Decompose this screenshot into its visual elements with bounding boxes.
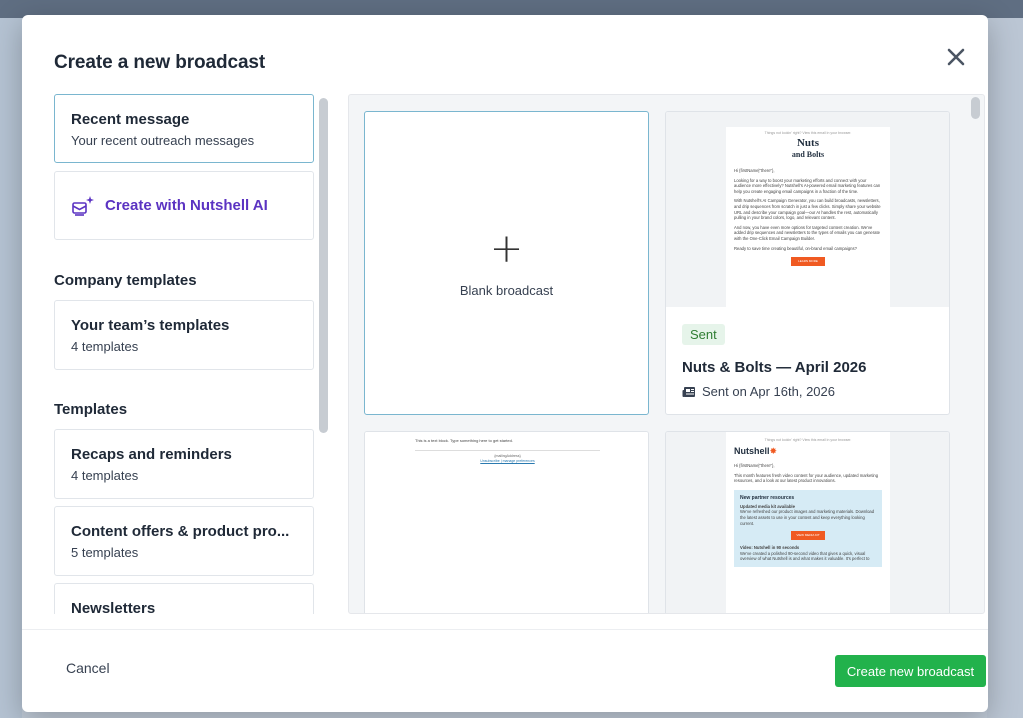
email-preview-body: Things not lookin' right? View this emai…: [726, 432, 890, 613]
card-title: Content offers & product pro...: [71, 523, 290, 540]
broadcast-sent-date: Sent on Apr 16th, 2026: [682, 384, 866, 399]
templates-heading: Templates: [54, 401, 128, 418]
preview-top-text: Things not lookin' right? View this emai…: [764, 438, 852, 442]
preview-paragraph: This month features fresh video content …: [734, 472, 879, 484]
broadcast-title: Nuts & Bolts — April 2026: [682, 359, 867, 376]
close-icon: [947, 48, 965, 66]
grid-scrollbar-thumb[interactable]: [971, 97, 980, 119]
left-scrollbar-thumb[interactable]: [319, 98, 328, 433]
card-subtitle: Your recent outreach messages: [71, 133, 255, 148]
preview-paragraph: And now, you have even more options for …: [734, 224, 880, 241]
cancel-button[interactable]: Cancel: [66, 660, 110, 676]
broadcast-grid: + Blank broadcast Things not lookin' rig…: [348, 94, 985, 614]
template-source-list: Recent message Your recent outreach mess…: [54, 94, 332, 614]
logo-mark-icon: ✸: [769, 446, 778, 456]
card-subtitle: 5 templates: [71, 545, 139, 560]
logo-text: Nutshell: [734, 446, 770, 456]
preview-paragraph: Looking for a way to boost your marketin…: [734, 177, 881, 194]
create-broadcast-modal: Create a new broadcast Recent message Yo…: [22, 15, 988, 712]
create-with-ai-card[interactable]: Create with Nutshell AI: [54, 171, 314, 240]
company-templates-heading: Company templates: [54, 272, 197, 289]
broadcast-tile-text-block[interactable]: This is a text block. Type something her…: [364, 431, 649, 613]
template-category-card[interactable]: Content offers & product pro... 5 templa…: [54, 506, 314, 576]
blank-broadcast-label: Blank broadcast: [459, 282, 554, 298]
template-category-card[interactable]: Recaps and reminders 4 templates: [54, 429, 314, 499]
preview-divider: [415, 449, 600, 451]
logo-line-1: Nuts: [796, 137, 819, 149]
preview-paragraph: We've created a polished 90-second video…: [740, 550, 870, 562]
preview-media-kit-button: VIEW MEDIA KIT: [791, 531, 825, 541]
preview-learn-more-button: LEARN MORE: [791, 257, 825, 267]
tile-details: Sent Nuts & Bolts — April 2026 Sent on A…: [682, 324, 866, 399]
email-preview: This is a text block. Type something her…: [365, 432, 648, 613]
preview-greeting: Hi {firstName|"there"},: [734, 168, 775, 173]
template-category-card[interactable]: Newsletters: [54, 583, 314, 614]
card-subtitle: 4 templates: [71, 339, 139, 354]
plus-icon: +: [489, 225, 524, 272]
email-preview-body: This is a text block. Type something her…: [415, 438, 600, 465]
card-title: Your team’s templates: [71, 317, 230, 334]
card-title: Newsletters: [71, 600, 156, 614]
nutshell-logo: Nutshell✸: [734, 446, 882, 457]
preview-resources-block: New partner resources Updated media kit …: [734, 489, 882, 567]
preview-greeting: Hi {firstName|"there"},: [734, 463, 775, 468]
sent-date-text: Sent on Apr 16th, 2026: [702, 384, 835, 399]
preview-block-title: New partner resources: [740, 494, 795, 501]
create-new-broadcast-button[interactable]: Create new broadcast: [835, 655, 986, 687]
ai-label: Create with Nutshell AI: [105, 197, 268, 214]
recent-message-card[interactable]: Recent message Your recent outreach mess…: [54, 94, 314, 163]
preview-unsubscribe-link: Unsubscribe | manage preferences: [480, 459, 535, 464]
preview-top-text: Things not lookin' right? View this emai…: [764, 131, 852, 135]
card-title: Recaps and reminders: [71, 446, 232, 463]
preview-paragraph: With Nutshell's AI Campaign Generator, y…: [734, 198, 881, 221]
footer-divider: [22, 629, 988, 630]
card-title: Recent message: [71, 111, 190, 128]
ai-sparkle-icon: [72, 195, 94, 216]
preview-paragraph: We've refreshed our product images and m…: [740, 509, 875, 526]
blank-broadcast-tile[interactable]: + Blank broadcast: [364, 111, 649, 415]
email-preview-body: Things not lookin' right? View this emai…: [726, 127, 890, 307]
nuts-bolts-logo: Nuts and Bolts: [734, 138, 882, 160]
close-button[interactable]: [944, 45, 968, 69]
email-preview: Things not lookin' right? View this emai…: [666, 112, 949, 307]
newspaper-icon: [682, 386, 695, 397]
broadcast-tile-nuts-bolts[interactable]: Things not lookin' right? View this emai…: [665, 111, 950, 415]
logo-line-2: and Bolts: [791, 150, 825, 159]
team-templates-card[interactable]: Your team’s templates 4 templates: [54, 300, 314, 370]
modal-title: Create a new broadcast: [54, 52, 266, 73]
email-preview: Things not lookin' right? View this emai…: [666, 432, 949, 613]
status-badge: Sent: [682, 324, 725, 345]
card-subtitle: 4 templates: [71, 468, 139, 483]
preview-text-block: This is a text block. Type something her…: [415, 438, 513, 443]
preview-paragraph: Ready to save time creating beautiful, o…: [734, 245, 857, 251]
broadcast-tile-nutshell[interactable]: Things not lookin' right? View this emai…: [665, 431, 950, 613]
